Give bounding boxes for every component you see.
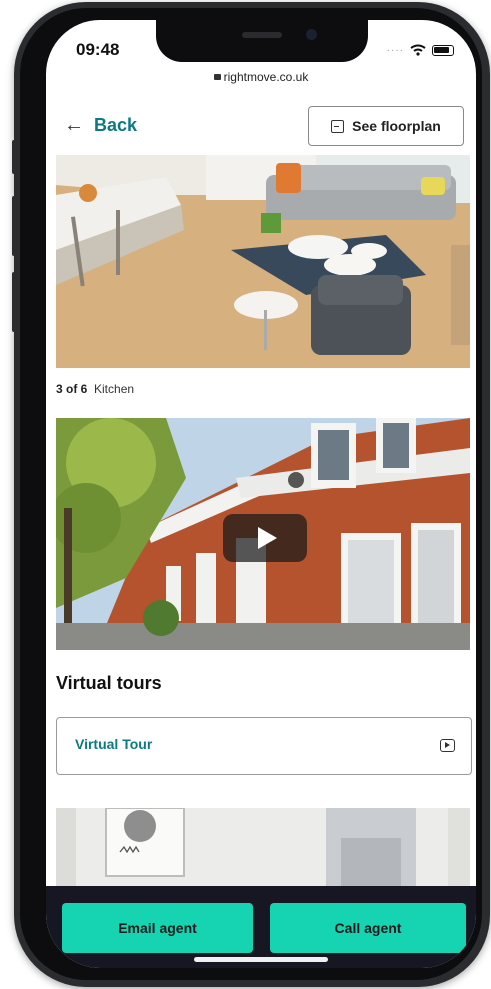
status-time: 09:48 <box>76 40 120 59</box>
floorplan-icon <box>331 119 345 133</box>
phone-screen: 09:48 ···· rightmove.co.uk ← Back See fl… <box>46 20 476 968</box>
property-photo-kitchen[interactable] <box>56 155 470 368</box>
email-agent-button[interactable]: Email agent <box>62 903 253 953</box>
back-label: Back <box>94 115 138 135</box>
virtual-tours-heading: Virtual tours <box>56 673 162 693</box>
status-icons: ···· <box>387 44 454 56</box>
back-button[interactable]: ← Back <box>64 114 137 137</box>
lock-icon <box>213 74 221 80</box>
earpiece-speaker <box>242 32 282 38</box>
interior-photos-thumbnail <box>56 808 470 888</box>
property-video[interactable] <box>56 418 470 650</box>
kitchen-photo-image <box>56 155 470 368</box>
contact-action-bar: Email agent Call agent <box>46 886 476 968</box>
virtual-tour-label: Virtual Tour <box>75 736 153 752</box>
url-text: rightmove.co.uk <box>223 70 309 84</box>
browser-url-bar[interactable]: rightmove.co.uk <box>46 70 476 84</box>
front-camera <box>306 29 317 40</box>
play-icon <box>257 527 277 549</box>
photo-position: 3 of 6 <box>56 382 88 396</box>
home-indicator[interactable] <box>194 957 328 962</box>
notch <box>156 20 368 62</box>
volume-up-button <box>12 196 17 256</box>
arrow-left-icon: ← <box>64 114 84 136</box>
play-button[interactable] <box>223 514 307 562</box>
signal-icon: ···· <box>386 44 404 56</box>
photo-caption: 3 of 6 Kitchen <box>56 382 134 396</box>
virtual-tour-link[interactable]: Virtual Tour <box>56 717 472 775</box>
volume-down-button <box>12 272 17 332</box>
page-header: ← Back See floorplan <box>46 100 476 160</box>
mute-switch <box>12 140 17 174</box>
battery-icon <box>432 44 454 56</box>
see-floorplan-button[interactable]: See floorplan <box>308 106 464 146</box>
photo-room-label: Kitchen <box>94 382 135 396</box>
floorplan-label: See floorplan <box>352 118 441 134</box>
call-agent-button[interactable]: Call agent <box>270 903 466 953</box>
property-photo-strip[interactable] <box>56 808 470 888</box>
wifi-icon <box>410 44 426 56</box>
video-play-icon <box>440 739 455 752</box>
